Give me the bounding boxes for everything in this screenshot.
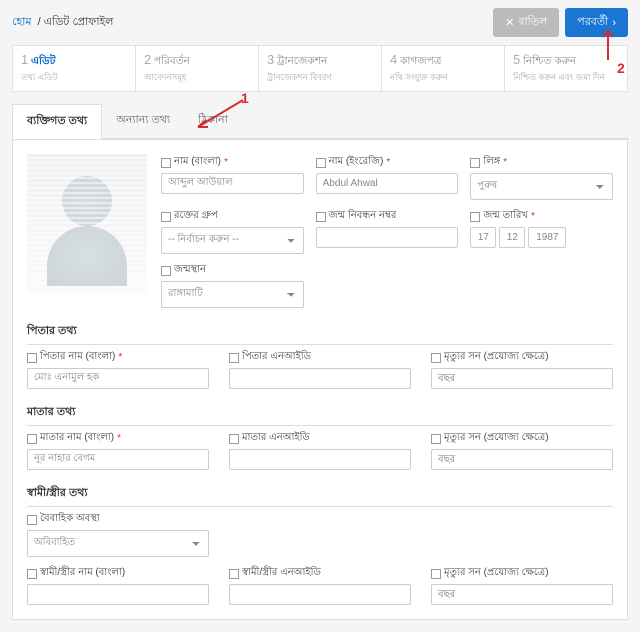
section-mother: মাতার তথ্য	[27, 403, 613, 426]
stepper: 1 এডিটতথ্য এডিট 2 পরিবর্তনআবেদনসমূহ 3 ট্…	[12, 45, 628, 92]
select-birthplace[interactable]: রাঙ্গামাটি	[161, 281, 304, 308]
input-father-death[interactable]	[431, 368, 613, 389]
cancel-icon: ✕	[505, 16, 514, 29]
step-change[interactable]: 2 পরিবর্তনআবেদনসমূহ	[136, 46, 259, 91]
checkbox-blood[interactable]	[161, 212, 171, 222]
checkbox-gender[interactable]	[470, 158, 480, 168]
input-name-bn[interactable]	[161, 173, 304, 194]
breadcrumb-current: এডিট প্রোফাইল	[44, 16, 114, 28]
checkbox-birth-reg[interactable]	[316, 212, 326, 222]
checkbox-father-death[interactable]	[431, 353, 441, 363]
checkbox-name-bn[interactable]	[161, 158, 171, 168]
input-spouse-death[interactable]	[431, 584, 613, 605]
tab-other[interactable]: অন্যান্য তথ্য	[102, 104, 184, 138]
checkbox-mother-nid[interactable]	[229, 434, 239, 444]
input-spouse-nid[interactable]	[229, 584, 411, 605]
input-spouse-name[interactable]	[27, 584, 209, 605]
breadcrumb: হোম / এডিট প্রোফাইল	[12, 13, 113, 32]
input-father-nid[interactable]	[229, 368, 411, 389]
input-birth-reg[interactable]	[316, 227, 459, 248]
form-panel: নাম (বাংলা)* নাম (ইংরেজি)* লিঙ্গ* পুরুষ …	[12, 139, 628, 620]
header-actions: ✕বাতিল পরবর্তী›	[493, 8, 628, 37]
tab-address[interactable]: ঠিকানা	[184, 104, 242, 138]
field-gender: লিঙ্গ* পুরুষ	[470, 154, 613, 200]
step-confirm[interactable]: 5 নিশ্চিত করুননিশ্চিত করুন এবং জমা দিন	[505, 46, 627, 91]
section-spouse: স্বামী/স্ত্রীর তথ্য	[27, 484, 613, 507]
checkbox-spouse-death[interactable]	[431, 569, 441, 579]
step-edit[interactable]: 1 এডিটতথ্য এডিট	[13, 46, 136, 91]
field-birthplace: জন্মস্থান রাঙ্গামাটি	[161, 262, 304, 308]
field-dob: জন্ম তারিখ*	[470, 208, 613, 254]
next-button[interactable]: পরবর্তী›	[565, 8, 628, 37]
select-blood[interactable]: -- নির্বাচন করুন --	[161, 227, 304, 254]
breadcrumb-home[interactable]: হোম	[12, 16, 32, 28]
field-birth-reg: জন্ম নিবন্ধন নম্বর	[316, 208, 459, 254]
avatar	[27, 154, 147, 294]
checkbox-marital[interactable]	[27, 515, 37, 525]
tab-personal[interactable]: ব্যক্তিগত তথ্য	[12, 104, 102, 139]
checkbox-spouse-name[interactable]	[27, 569, 37, 579]
page-header: হোম / এডিট প্রোফাইল ✕বাতিল পরবর্তী›	[0, 0, 640, 45]
input-father-name[interactable]	[27, 368, 209, 389]
input-mother-name[interactable]	[27, 449, 209, 470]
step-documents[interactable]: 4 কাগজপত্রনথি সংযুক্ত করুন	[382, 46, 505, 91]
field-name-bn: নাম (বাংলা)*	[161, 154, 304, 200]
input-mother-death[interactable]	[431, 449, 613, 470]
chevron-right-icon: ›	[612, 17, 616, 29]
checkbox-father-nid[interactable]	[229, 353, 239, 363]
checkbox-name-en[interactable]	[316, 158, 326, 168]
input-dob-year[interactable]	[528, 227, 566, 248]
checkbox-birthplace[interactable]	[161, 266, 171, 276]
field-blood: রক্তের গ্রুপ -- নির্বাচন করুন --	[161, 208, 304, 254]
field-name-en: নাম (ইংরেজি)*	[316, 154, 459, 200]
checkbox-spouse-nid[interactable]	[229, 569, 239, 579]
checkbox-dob[interactable]	[470, 212, 480, 222]
select-gender[interactable]: পুরুষ	[470, 173, 613, 200]
input-dob-month[interactable]	[499, 227, 525, 248]
select-marital[interactable]: অবিবাহিত	[27, 530, 209, 557]
input-mother-nid[interactable]	[229, 449, 411, 470]
step-transaction[interactable]: 3 ট্রানজেকশনট্রানজেকশন বিবরণ	[259, 46, 382, 91]
checkbox-mother-death[interactable]	[431, 434, 441, 444]
section-father: পিতার তথ্য	[27, 322, 613, 345]
input-name-en[interactable]	[316, 173, 459, 194]
checkbox-mother-name[interactable]	[27, 434, 37, 444]
cancel-button[interactable]: ✕বাতিল	[493, 8, 559, 37]
tabs: ব্যক্তিগত তথ্য অন্যান্য তথ্য ঠিকানা	[12, 104, 628, 139]
checkbox-father-name[interactable]	[27, 353, 37, 363]
input-dob-day[interactable]	[470, 227, 496, 248]
